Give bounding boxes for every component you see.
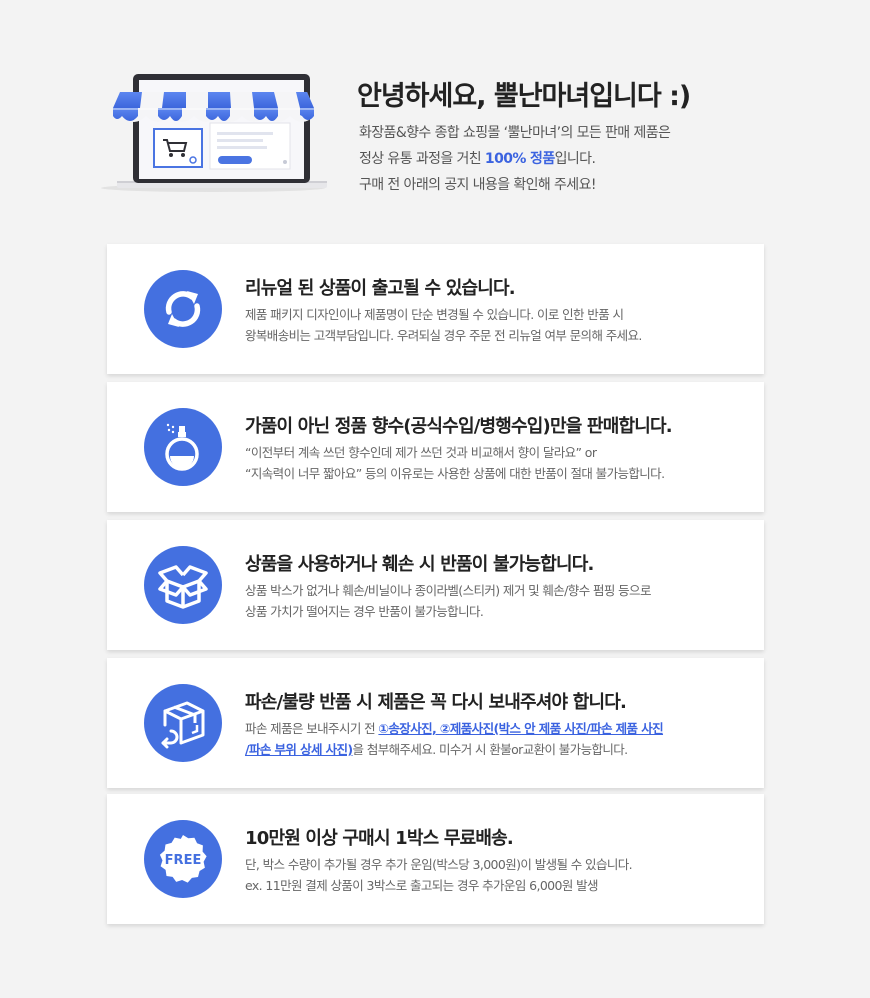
refresh-icon (144, 270, 222, 348)
greeting-line: 정상 유통 과정을 거친 100% 정품입니다. (359, 146, 779, 172)
greeting-title: 안녕하세요, 뿔난마녀입니다 :) (357, 81, 691, 112)
notice-line: 상품 가치가 떨어지는 경우 반품이 불가능합니다. (245, 604, 484, 619)
photo-requirement-highlight: ①송장사진, ②제품사진(박스 안 제품 사진/파손 제품 사진 (378, 721, 664, 736)
notice-description: 파손 제품은 보내주시기 전 ①송장사진, ②제품사진(박스 안 제품 사진/파… (245, 718, 750, 760)
notice-line: “지속력이 너무 짧아요” 등의 이유로는 사용한 상품에 대한 반품이 절대 … (245, 466, 665, 481)
notice-title: 파손/불량 반품 시 제품은 꼭 다시 보내주셔야 합니다. (245, 692, 627, 713)
greeting-line: 구매 전 아래의 공지 내용을 확인해 주세요! (359, 177, 596, 193)
notice-line: ex. 11만원 결제 상품이 3박스로 출고되는 경우 추가운임 6,000원… (245, 878, 599, 893)
notice-title: 가품이 아닌 정품 향수(공식수입/병행수입)만을 판매합니다. (245, 416, 673, 437)
notice-title: 10만원 이상 구매시 1박스 무료배송. (245, 828, 514, 849)
notice-title: 상품을 사용하거나 훼손 시 반품이 불가능합니다. (245, 554, 594, 575)
notice-card-used-product: 상품을 사용하거나 훼손 시 반품이 불가능합니다. 상품 박스가 없거나 훼손… (107, 520, 764, 650)
notice-title: 리뉴얼 된 상품이 출고될 수 있습니다. (245, 278, 516, 299)
greeting-line: 화장품&향수 종합 쇼핑몰 ‘뿔난마녀’의 모든 판매 제품은 (359, 125, 671, 141)
greeting-text-prefix: 정상 유통 과정을 거친 (359, 151, 485, 167)
notice-text: 파손 제품은 보내주시기 전 (245, 721, 379, 736)
greeting-text: 화장품&향수 종합 쇼핑몰 ‘뿔난마녀’의 모든 판매 제품은 정상 유통 과정… (359, 120, 779, 198)
free-badge-icon: FREE (144, 820, 222, 898)
notice-line: 왕복배송비는 고객부담입니다. 우려되실 경우 주문 전 리뉴얼 여부 문의해 … (245, 328, 642, 343)
free-badge-label: FREE (165, 853, 202, 868)
notice-description: 단, 박스 수량이 추가될 경우 추가 운임(박스당 3,000원)이 발생될 … (245, 854, 750, 896)
notice-text: 을 첨부해주세요. 미수거 시 환불or교환이 불가능합니다. (352, 742, 629, 757)
notice-line: 파손 제품은 보내주시기 전 ①송장사진, ②제품사진(박스 안 제품 사진/파… (245, 718, 750, 739)
notice-description: 상품 박스가 없거나 훼손/비닐이나 종이라벨(스티커) 제거 및 훼손/향수 … (245, 580, 750, 622)
open-box-icon (144, 546, 222, 624)
notice-card-genuine-perfume: 가품이 아닌 정품 향수(공식수입/병행수입)만을 판매합니다. “이전부터 계… (107, 382, 764, 512)
notice-line: /파손 부위 상세 사진)을 첨부해주세요. 미수거 시 환불or교환이 불가능… (245, 739, 750, 760)
notice-line: 상품 박스가 없거나 훼손/비닐이나 종이라벨(스티커) 제거 및 훼손/향수 … (245, 583, 651, 598)
return-box-icon (144, 684, 222, 762)
online-shop-illustration (100, 68, 330, 198)
greeting-text-suffix: 입니다. (554, 151, 596, 167)
notice-card-damaged-return: 파손/불량 반품 시 제품은 꼭 다시 보내주셔야 합니다. 파손 제품은 보내… (107, 658, 764, 788)
notice-line: 제품 패키지 디자인이나 제품명이 단순 변경될 수 있습니다. 이로 인한 반… (245, 307, 624, 322)
notice-description: “이전부터 계속 쓰던 향수인데 제가 쓰던 것과 비교해서 향이 달라요” o… (245, 442, 750, 484)
notice-description: 제품 패키지 디자인이나 제품명이 단순 변경될 수 있습니다. 이로 인한 반… (245, 304, 750, 346)
notice-line: “이전부터 계속 쓰던 향수인데 제가 쓰던 것과 비교해서 향이 달라요” o… (245, 445, 597, 460)
photo-requirement-highlight: /파손 부위 상세 사진) (245, 742, 353, 757)
notice-card-renewal: 리뉴얼 된 상품이 출고될 수 있습니다. 제품 패키지 디자인이나 제품명이 … (107, 244, 764, 374)
genuine-highlight: 100% 정품 (484, 151, 555, 167)
notice-line: 단, 박스 수량이 추가될 경우 추가 운임(박스당 3,000원)이 발생될 … (245, 857, 633, 872)
header: 안녕하세요, 뿔난마녀입니다 :) 화장품&향수 종합 쇼핑몰 ‘뿔난마녀’의 … (0, 0, 870, 230)
perfume-icon (144, 408, 222, 486)
notice-card-free-shipping: FREE 10만원 이상 구매시 1박스 무료배송. 단, 박스 수량이 추가될… (107, 794, 764, 924)
